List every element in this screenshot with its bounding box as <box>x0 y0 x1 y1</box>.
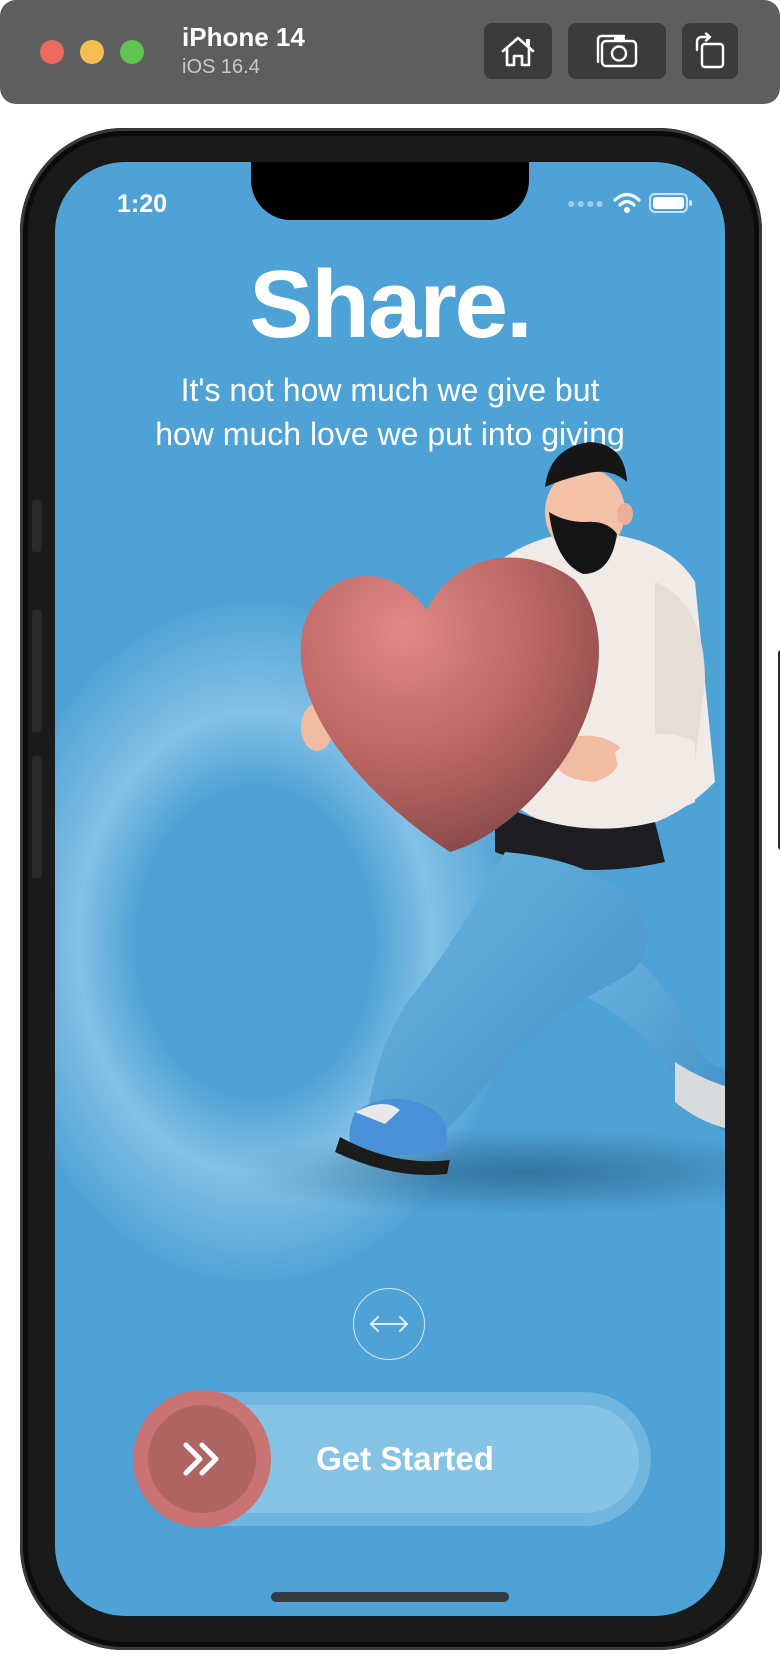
screenshot-button[interactable] <box>568 23 666 79</box>
screenshot-icon <box>596 34 638 68</box>
rotate-button[interactable] <box>682 23 738 79</box>
home-button[interactable] <box>484 23 552 79</box>
simulator-toolbar: iPhone 14 iOS 16.4 <box>0 0 780 104</box>
rotate-icon <box>695 32 725 69</box>
mute-switch <box>32 500 42 552</box>
slider-knob-inner[interactable] <box>148 1405 256 1513</box>
os-version: iOS 16.4 <box>182 56 260 78</box>
minimize-window-button[interactable] <box>80 40 104 64</box>
double-chevron-right-icon <box>183 1442 219 1476</box>
get-started-label: Get Started <box>316 1440 494 1477</box>
device-name: iPhone 14 <box>182 22 305 52</box>
app-screen: 1:20 ●●●● Share. It's not how much we gi… <box>55 162 725 1616</box>
home-icon <box>501 36 535 67</box>
volume-up-button <box>32 610 42 732</box>
swipe-arrows-icon <box>370 1316 408 1332</box>
home-indicator[interactable] <box>271 1592 509 1602</box>
volume-down-button <box>32 756 42 878</box>
swipe-hint <box>353 1288 425 1360</box>
close-window-button[interactable] <box>40 40 64 64</box>
hero-illustration <box>235 442 725 1216</box>
zoom-window-button[interactable] <box>120 40 144 64</box>
